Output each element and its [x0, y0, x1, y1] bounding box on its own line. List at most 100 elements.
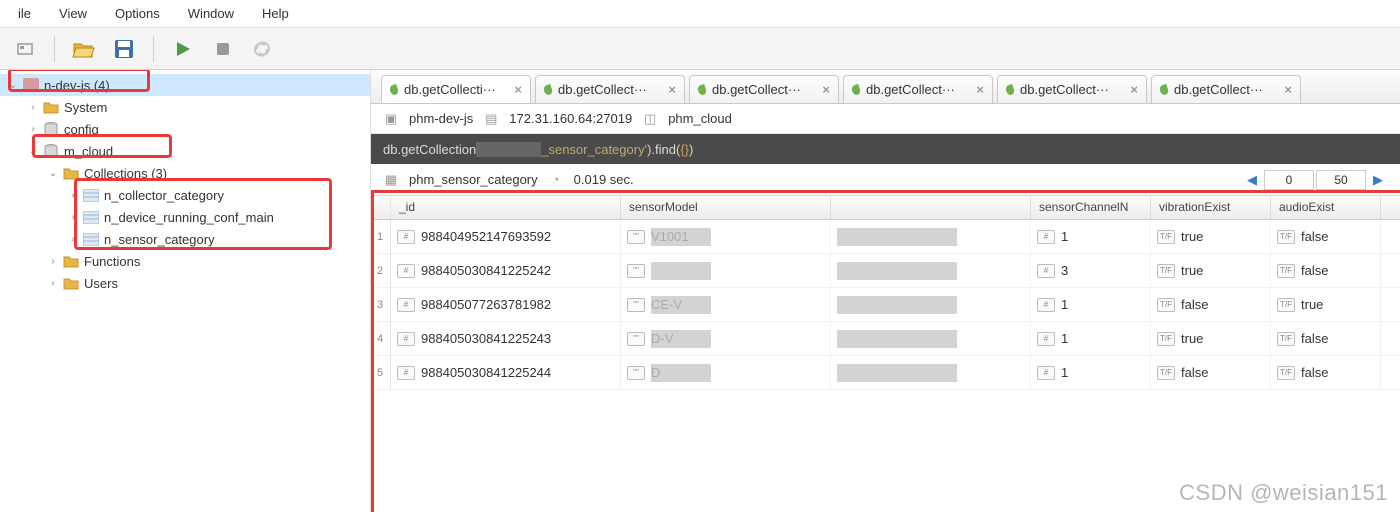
col-blank[interactable] — [831, 196, 1031, 219]
tree-item[interactable]: ›Functions — [0, 250, 370, 272]
menu-options[interactable]: Options — [101, 2, 174, 25]
chevron-right-icon[interactable]: › — [26, 102, 40, 113]
cell-sensorchanneln: #1 — [1031, 288, 1151, 321]
cell-vibrationexist: T/Ftrue — [1151, 322, 1271, 355]
page-prev-button[interactable]: ◀ — [1242, 170, 1262, 190]
tree-item[interactable]: ›n_collector_category — [0, 184, 370, 206]
redacted-overlay — [651, 296, 711, 314]
chevron-right-icon[interactable]: › — [66, 234, 80, 245]
col-sensormodel[interactable]: sensorModel — [621, 196, 831, 219]
col-audioexist[interactable]: audioExist — [1271, 196, 1381, 219]
table-row[interactable]: 4#988405030841225243""D-V#1T/FtrueT/Ffal… — [371, 322, 1400, 356]
type-badge-icon: T/F — [1157, 230, 1175, 244]
page-offset-input[interactable] — [1264, 170, 1314, 190]
tree-item-label: n_device_running_conf_main — [104, 210, 274, 225]
watermark: CSDN @weisian151 — [1179, 480, 1388, 506]
query-editor[interactable]: db.getCollectionxx_sensor_category').fin… — [371, 134, 1400, 164]
stop-icon[interactable] — [208, 34, 238, 64]
tree-item[interactable]: ⌄ m_cloud — [0, 140, 370, 162]
col-vibrationexist[interactable]: vibrationExist — [1151, 196, 1271, 219]
menu-help[interactable]: Help — [248, 2, 303, 25]
chevron-down-icon[interactable]: ⌄ — [46, 168, 60, 179]
result-time: 0.019 sec. — [574, 172, 634, 187]
mongo-leaf-icon — [543, 83, 554, 95]
tree-root-label: n-dev-js (4) — [44, 78, 110, 93]
chevron-right-icon[interactable]: › — [26, 124, 40, 135]
cell-sensorchanneln: #3 — [1031, 254, 1151, 287]
query-tab[interactable]: db.getCollecti···× — [381, 75, 531, 103]
tree-item-label: m_cloud — [64, 144, 113, 159]
mongo-leaf-icon — [1159, 83, 1170, 95]
connect-icon[interactable] — [10, 34, 40, 64]
cell-sensormodel: ""CE-V — [621, 288, 831, 321]
table-row[interactable]: 3#988405077263781982""CE-V#1T/FfalseT/Ft… — [371, 288, 1400, 322]
cell-sensormodel: ""V1001 — [621, 220, 831, 253]
row-number: 2 — [371, 254, 391, 287]
save-icon[interactable] — [109, 34, 139, 64]
chevron-right-icon[interactable]: › — [66, 190, 80, 201]
context-server: phm-dev-js — [409, 111, 473, 126]
table-row[interactable]: 2#988405030841225242""#3T/FtrueT/Ffalse — [371, 254, 1400, 288]
redacted-overlay — [837, 228, 957, 246]
type-badge-icon: "" — [627, 366, 645, 380]
tree-item[interactable]: › n_device_running_conf_main — [0, 206, 370, 228]
grid-header: _id sensorModel sensorChannelN vibration… — [371, 196, 1400, 220]
row-number: 1 — [371, 220, 391, 253]
query-tab[interactable]: db.getCollect··· × — [1151, 75, 1301, 103]
close-icon[interactable]: × — [1284, 82, 1292, 97]
col-id[interactable]: _id — [391, 196, 621, 219]
server-icon: ▣ — [383, 111, 399, 127]
redacted-overlay — [651, 228, 711, 246]
result-collection: phm_sensor_category — [409, 172, 538, 187]
col-sensorchanneln[interactable]: sensorChannelN — [1031, 196, 1151, 219]
query-tab[interactable]: db.getCollect···× — [535, 75, 685, 103]
page-limit-input[interactable] — [1316, 170, 1366, 190]
chevron-right-icon[interactable]: › — [66, 212, 80, 223]
close-icon[interactable]: × — [976, 82, 984, 97]
query-tab[interactable]: db.getCollect··· × — [689, 75, 839, 103]
tree-item-label: Users — [84, 276, 118, 291]
tree-item-label: n_sensor_category — [104, 232, 215, 247]
table-row[interactable]: 5#988405030841225244""D#1T/FfalseT/Ffals… — [371, 356, 1400, 390]
chevron-right-icon[interactable]: › — [46, 256, 60, 267]
tree-item[interactable]: › n_sensor_category — [0, 228, 370, 250]
run-icon[interactable] — [168, 34, 198, 64]
tab-label: db.getCollect··· — [712, 82, 801, 97]
database-icon — [42, 121, 60, 137]
cell-sensormodel: "" — [621, 254, 831, 287]
type-badge-icon: T/F — [1157, 366, 1175, 380]
chevron-down-icon[interactable]: ⌄ — [26, 146, 40, 157]
cell-audioexist: T/Ffalse — [1271, 254, 1381, 287]
query-tab[interactable]: db.getCollect···× — [843, 75, 993, 103]
close-icon[interactable]: × — [668, 82, 676, 97]
tree-item-label: System — [64, 100, 107, 115]
close-icon[interactable]: × — [1130, 82, 1138, 97]
refresh-icon[interactable] — [248, 34, 278, 64]
clock-icon: ◔ — [548, 172, 564, 188]
redacted-text: xx — [476, 142, 541, 157]
context-bar: ▣ phm-dev-js ▤ 172.31.160.64:27019 ◫ phm… — [371, 104, 1400, 134]
menu-file[interactable]: ile — [4, 2, 45, 25]
redacted-overlay — [837, 262, 957, 280]
tree-item[interactable]: › System — [0, 96, 370, 118]
cell-vibrationexist: T/Ffalse — [1151, 288, 1271, 321]
tree-item-label: Collections (3) — [84, 166, 167, 181]
tree-connection-root[interactable]: ⌄ n-dev-js (4) — [0, 74, 370, 96]
chevron-right-icon[interactable]: › — [46, 278, 60, 289]
redacted-overlay — [837, 330, 957, 348]
page-next-button[interactable]: ▶ — [1368, 170, 1388, 190]
menu-view[interactable]: View — [45, 2, 101, 25]
open-icon[interactable] — [69, 34, 99, 64]
menu-bar: ile View Options Window Help — [0, 0, 1400, 28]
close-icon[interactable]: × — [822, 82, 830, 97]
table-row[interactable]: 1#988404952147693592""V1001#1T/FtrueT/Ff… — [371, 220, 1400, 254]
tree-item[interactable]: ⌄ Collections (3) — [0, 162, 370, 184]
tab-label: db.getCollect··· — [1174, 82, 1263, 97]
query-tab[interactable]: db.getCollect···× — [997, 75, 1147, 103]
tree-item[interactable]: ›config — [0, 118, 370, 140]
tree-item[interactable]: › Users — [0, 272, 370, 294]
row-number-header — [371, 196, 391, 219]
mongo-leaf-icon — [1005, 83, 1016, 95]
close-icon[interactable]: × — [514, 82, 522, 97]
menu-window[interactable]: Window — [174, 2, 248, 25]
